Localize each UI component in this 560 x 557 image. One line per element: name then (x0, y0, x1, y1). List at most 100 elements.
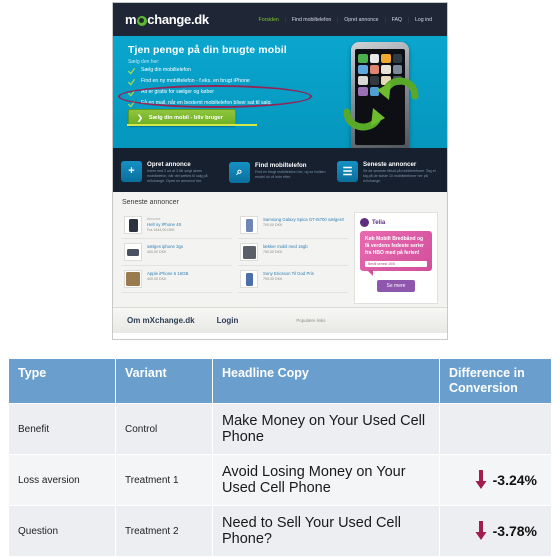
listing-thumbnail (124, 270, 142, 288)
footer-link-about[interactable]: Om mXchange.dk (127, 316, 195, 325)
cell-variant: Treatment 1 (115, 454, 213, 506)
table-body: Benefit Control Make Money on Your Used … (8, 403, 552, 557)
main-nav: Forsiden Find mobiltelefon Opret annonce… (253, 16, 438, 23)
hero-benefit-label: Find en ny mobiltelefon - f.eks. en brug… (141, 78, 250, 84)
feature-opret-annonce[interactable]: + Opret annonce Intere end 2 ud af 3 får… (121, 157, 223, 183)
cell-type: Loss aversion (8, 454, 116, 506)
cell-variant: Control (115, 403, 213, 455)
list-item[interactable]: Annonce Helt ny iPhone 4S Fra 1444,00 DK… (122, 212, 232, 239)
feature-title: Seneste annoncer (363, 160, 417, 168)
list-item[interactable]: Samsung Galaxy Spica GT-I5700 sælges!! 7… (238, 212, 348, 239)
green-arrows-icon (343, 77, 419, 131)
headline-comparison-table: Type Variant Headline Copy Difference in… (8, 358, 552, 557)
arrow-down-icon (475, 470, 487, 489)
feature-desc: Find en brugt mobiltelefon her, og se hv… (255, 170, 326, 179)
listing-title[interactable]: Apple iPhone 5 16GB (147, 271, 188, 276)
arrow-down-icon (475, 521, 487, 540)
promo-cta-button[interactable]: Se mere (376, 280, 416, 292)
feature-find-mobiltelefon[interactable]: ⌕ Find mobiltelefon Find en brugt mobilt… (229, 158, 331, 183)
listing-price: 400,00 DKK (147, 250, 167, 255)
telia-advertisement[interactable]: Telia Køb Mobilt Bredbånd og få verdens … (354, 212, 438, 304)
site-header: m change.dk Forsiden Find mobiltelefon O… (113, 3, 447, 36)
listing-price: 400,00 DKK (147, 277, 167, 282)
list-item[interactable]: lækker mobil med 16gb 750,00 DKK (238, 239, 348, 266)
cell-headline: Avoid Losing Money on Your Used Cell Pho… (212, 454, 440, 506)
hero-benefit-item: Sælg din mobiltelefon (128, 65, 272, 76)
site-footer: Om mXchange.dk Login Populære links (113, 307, 447, 333)
cell-headline: Make Money on Your Used Cell Phone (212, 403, 440, 455)
hero-divider (127, 124, 257, 126)
nav-item-find-mobiltelefon[interactable]: Find mobiltelefon (284, 16, 338, 23)
hero-cta-label: Sælg din mobil - bliv bruger (148, 114, 223, 121)
column-header-difference: Difference in Conversion (439, 358, 552, 404)
site-logo[interactable]: m change.dk (125, 12, 209, 27)
phone-graphic (343, 38, 419, 148)
listing-price: 750,00 DKK (263, 250, 283, 255)
column-header-type: Type (8, 358, 116, 404)
table-row: Question Treatment 2 Need to Sell Your U… (8, 505, 552, 557)
plus-icon: + (121, 160, 142, 182)
listing-title[interactable]: lækker mobil med 16gb (263, 244, 308, 249)
footer-popular-links-label: Populære links (296, 318, 326, 323)
nav-item-faq[interactable]: FAQ (384, 16, 408, 23)
logo-text-prefix: m (125, 12, 137, 27)
listing-tag: Annonce (147, 217, 161, 221)
table-row: Loss aversion Treatment 1 Avoid Losing M… (8, 454, 552, 506)
cell-difference (439, 403, 552, 455)
cell-difference: -3.78% (439, 505, 552, 557)
listing-title[interactable]: sælges iphone 3gs (147, 244, 183, 249)
feature-desc: Se de seneste tilbud på mobiltelefoner. … (363, 169, 436, 183)
nav-item-forsiden[interactable]: Forsiden (253, 17, 285, 23)
difference-value: -3.24% (492, 472, 537, 488)
listings-heading: Seneste annoncer (122, 199, 179, 206)
listing-title[interactable]: Sony Ericsson Til God Pris (263, 271, 314, 276)
listing-thumbnail (124, 243, 142, 261)
cell-type: Question (8, 505, 116, 557)
app-icon (392, 65, 402, 74)
feature-title: Find mobiltelefon (255, 161, 307, 169)
feature-strip: + Opret annonce Intere end 2 ud af 3 får… (113, 148, 447, 192)
feature-desc: Intere end 2 ud af 3 får solgt deres mob… (147, 169, 208, 183)
app-icon (369, 65, 379, 74)
cell-headline: Need to Sell Your Used Cell Phone? (212, 505, 440, 557)
list-item[interactable]: Apple iPhone 5 16GB 400,00 DKK (122, 266, 232, 293)
listing-thumbnail (124, 216, 142, 234)
telia-logo-icon (360, 218, 369, 227)
telia-brand: Telia (360, 218, 385, 227)
website-screenshot: m change.dk Forsiden Find mobiltelefon O… (112, 2, 448, 340)
listing-thumbnail (240, 216, 258, 234)
nav-item-opret-annonce[interactable]: Opret annonce (337, 16, 384, 23)
table-header-row: Type Variant Headline Copy Difference in… (8, 358, 552, 404)
nav-item-log-ind[interactable]: Log ind (407, 16, 438, 23)
app-icon (358, 65, 368, 74)
chevron-right-icon: ❯ (137, 114, 143, 122)
search-icon: ⌕ (229, 161, 250, 183)
feature-seneste-annoncer[interactable]: ☰ Seneste annoncer Se de seneste tilbud … (337, 157, 439, 183)
listing-title[interactable]: Samsung Galaxy Spica GT-I5700 sælges!! (263, 217, 344, 222)
check-icon (128, 78, 135, 86)
column-header-headline-copy: Headline Copy (212, 358, 440, 404)
promo-text: Køb Mobilt Bredbånd og få verdens fedest… (365, 236, 424, 256)
list-item[interactable]: Sony Ericsson Til God Pris 795,00 DKK (238, 266, 348, 293)
check-icon (128, 67, 135, 75)
listings-column-right: Samsung Galaxy Spica GT-I5700 sælges!! 7… (238, 212, 348, 304)
cell-type: Benefit (8, 403, 116, 455)
listings-column-left: Annonce Helt ny iPhone 4S Fra 1444,00 DK… (122, 212, 232, 304)
hero-section: Tjen penge på din brugte mobil Sælg den … (113, 36, 447, 148)
list-icon: ☰ (337, 160, 358, 182)
logo-text-suffix: change.dk (147, 12, 209, 27)
listing-price: 700,00 DKK (263, 223, 283, 228)
listings-section: Seneste annoncer Annonce Helt ny iPhone … (113, 192, 447, 307)
table-row: Benefit Control Make Money on Your Used … (8, 403, 552, 455)
listing-thumbnail (240, 270, 258, 288)
listing-price: Fra 1444,00 DKK (147, 228, 175, 233)
app-icon (392, 54, 402, 63)
hero-headline: Tjen penge på din brugte mobil (128, 44, 287, 56)
promo-note: Bestil senest 15/8 (365, 261, 427, 267)
list-item[interactable]: sælges iphone 3gs 400,00 DKK (122, 239, 232, 266)
listing-title[interactable]: Helt ny iPhone 4S (147, 222, 181, 227)
footer-link-login[interactable]: Login (217, 316, 239, 325)
cell-difference: -3.24% (439, 454, 552, 506)
table-header: Type Variant Headline Copy Difference in… (8, 358, 552, 404)
difference-value: -3.78% (492, 523, 537, 539)
